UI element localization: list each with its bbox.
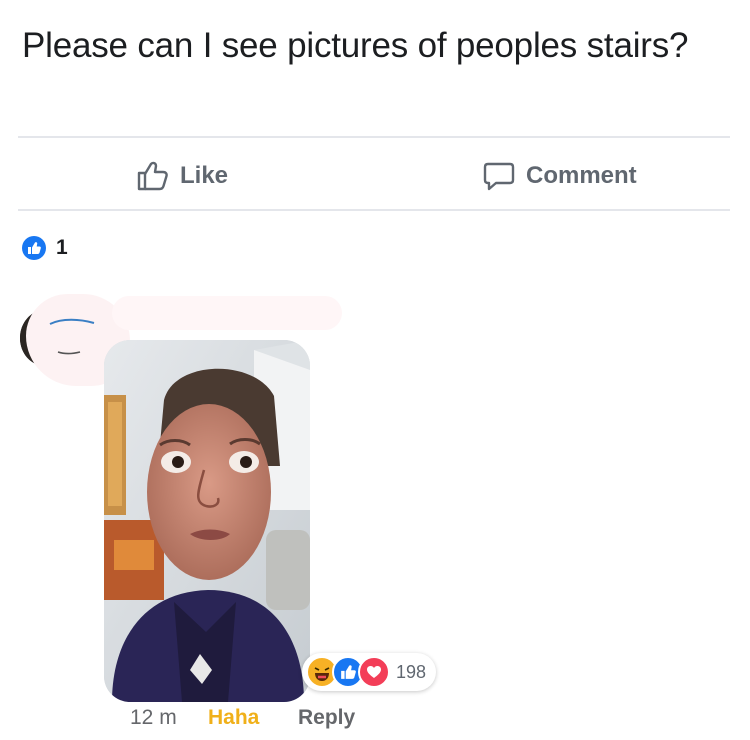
comment-icon (482, 160, 516, 192)
haha-reaction-link[interactable]: Haha (208, 706, 259, 730)
redaction-mark (49, 318, 95, 355)
divider (18, 209, 730, 211)
like-summary[interactable]: 1 (22, 236, 68, 260)
comment-photo[interactable] (104, 340, 310, 702)
divider (18, 136, 730, 138)
love-icon (358, 656, 390, 688)
comment-button[interactable]: Comment (482, 150, 637, 202)
reaction-count: 198 (396, 661, 427, 682)
redaction-mark (112, 296, 342, 330)
post-text: Please can I see pictures of peoples sta… (22, 26, 689, 65)
thumbs-up-icon (136, 160, 170, 192)
like-count: 1 (56, 236, 68, 259)
like-label: Like (180, 162, 229, 189)
like-button[interactable]: Like (136, 150, 228, 202)
comment-label: Comment (526, 162, 637, 189)
comment-timestamp: 12 m (130, 706, 177, 729)
like-icon (22, 236, 46, 260)
comment-reactions[interactable]: 198 (302, 653, 437, 691)
reply-link[interactable]: Reply (298, 706, 355, 730)
